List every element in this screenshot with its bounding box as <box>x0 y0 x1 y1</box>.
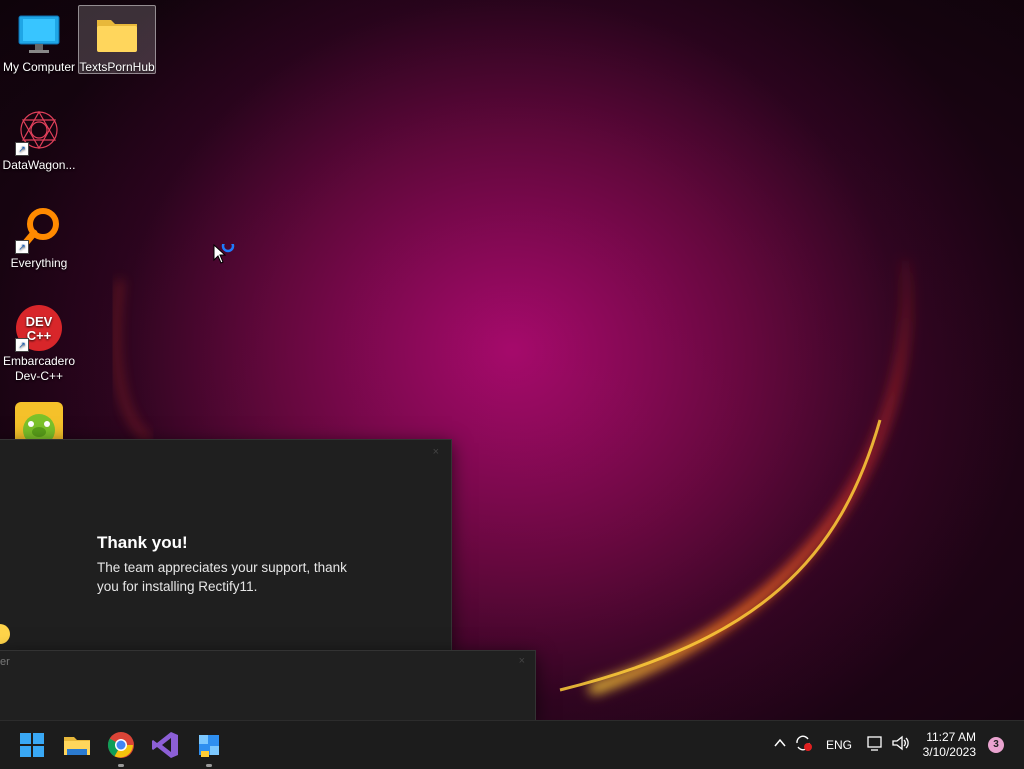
visual-studio-icon <box>152 732 178 758</box>
desktop-icon-textsporn-folder[interactable]: TextsPornHub <box>78 5 156 74</box>
busy-cursor-icon <box>213 244 235 264</box>
close-button[interactable]: × <box>433 446 439 458</box>
dialog-title: Thank you! <box>97 533 188 552</box>
clock-date: 3/10/2023 <box>922 745 976 759</box>
bad-piggies-icon <box>15 402 63 440</box>
chrome-icon <box>107 732 134 758</box>
icon-label: Embarcadero Dev-C++ <box>2 354 76 383</box>
setup-graphic-icon <box>0 624 10 644</box>
desktop-icon-bad-piggies[interactable] <box>1 398 77 440</box>
taskbar-rectify11-installer[interactable] <box>193 729 225 767</box>
icon-label: DataWagon... <box>2 158 76 172</box>
desktop-icon-everything[interactable]: ↗ Everything <box>1 202 77 272</box>
sync-icon <box>796 735 812 751</box>
rectify11-thank-you-dialog: × Thank you! The team appreciates your s… <box>0 439 452 652</box>
monitor-icon <box>15 10 63 58</box>
network-icon[interactable] <box>866 734 884 755</box>
running-indicator <box>206 764 212 767</box>
show-hidden-icons-button[interactable] <box>773 736 787 753</box>
icon-label: Everything <box>10 256 68 270</box>
devcpp-icon: DEV C++ ↗ <box>15 304 63 352</box>
close-button[interactable]: × <box>519 655 525 667</box>
windows-start-icon <box>20 733 44 757</box>
language-indicator[interactable]: ENG <box>826 738 852 752</box>
shortcut-arrow-icon: ↗ <box>15 338 29 352</box>
running-indicator <box>118 764 124 767</box>
svg-text:C++: C++ <box>27 328 52 343</box>
desktop-icon-my-computer[interactable]: My Computer <box>1 6 77 74</box>
clock-time: 11:27 AM <box>926 730 976 744</box>
desktop-icon-devcpp[interactable]: DEV C++ ↗ Embarcadero Dev-C++ <box>1 300 77 384</box>
dialog-message: The team appreciates your support, thank… <box>97 560 347 594</box>
file-explorer-icon <box>64 737 90 755</box>
clock[interactable]: 11:27 AM 3/10/2023 <box>923 730 976 760</box>
desktop-icon-datawagon[interactable]: ↗ DataWagon... <box>1 104 77 174</box>
datawagon-icon: ↗ <box>15 108 63 156</box>
icon-label: My Computer <box>2 60 76 74</box>
taskbar: ENG 11:27 AM 3/10/2023 3 <box>0 720 1024 769</box>
chevron-up-icon <box>774 738 786 747</box>
sync-status-button[interactable] <box>794 734 814 755</box>
taskbar-chrome[interactable] <box>105 729 137 767</box>
taskbar-visual-studio[interactable] <box>149 729 181 761</box>
folder-icon <box>93 10 141 58</box>
background-window[interactable]: er × <box>0 650 536 722</box>
window-title-fragment: er <box>0 656 10 668</box>
taskbar-file-explorer[interactable] <box>61 729 93 761</box>
shortcut-arrow-icon: ↗ <box>15 240 29 254</box>
icon-label: TextsPornHub <box>79 60 155 74</box>
svg-text:DEV: DEV <box>26 314 53 329</box>
shortcut-arrow-icon: ↗ <box>15 142 29 156</box>
start-button[interactable] <box>16 729 48 761</box>
installer-icon <box>199 735 219 757</box>
search-magnifier-icon: ↗ <box>15 206 63 254</box>
volume-icon[interactable] <box>891 734 911 755</box>
notification-badge[interactable]: 3 <box>988 737 1004 753</box>
